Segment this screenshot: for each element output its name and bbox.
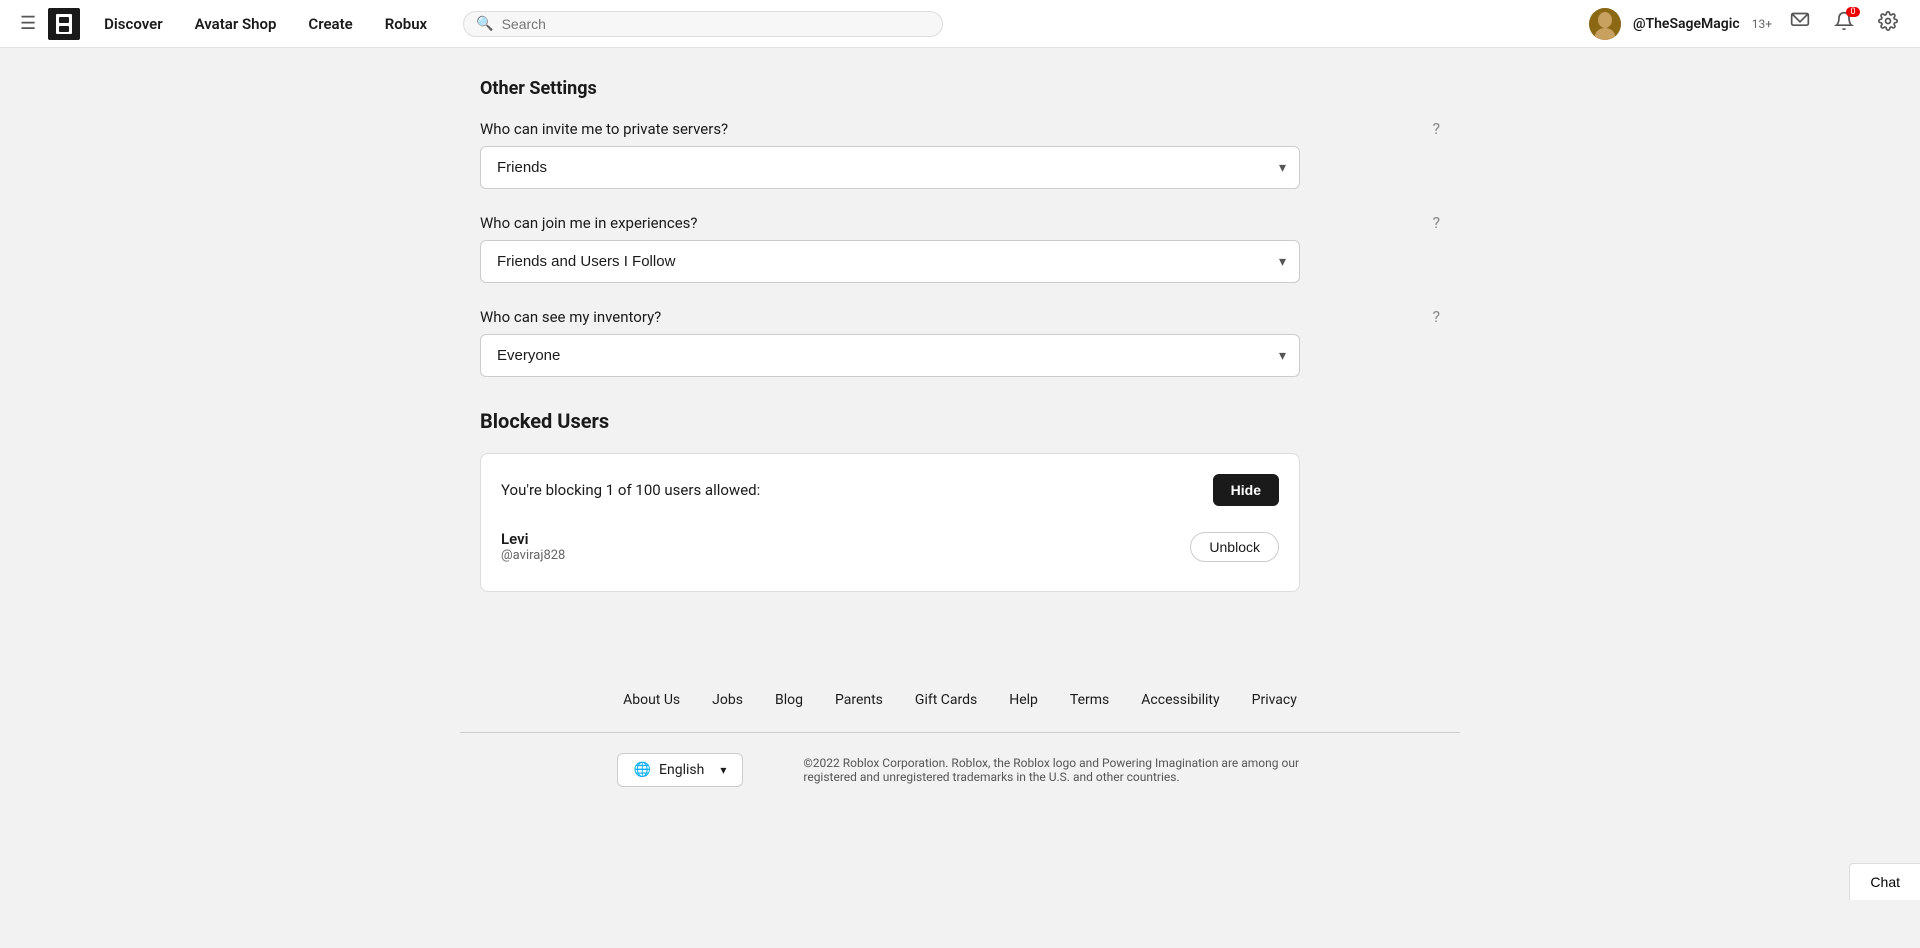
language-selector[interactable]: 🌐 English ▾ [617, 753, 744, 787]
hamburger-menu-icon[interactable]: ☰ [16, 9, 40, 38]
private-servers-label-row: Who can invite me to private servers? ? [480, 119, 1440, 138]
roblox-logo-svg [48, 8, 80, 40]
footer-parents-link[interactable]: Parents [835, 692, 883, 708]
private-servers-label: Who can invite me to private servers? [480, 120, 728, 138]
blocked-count-text: You're blocking 1 of 100 users allowed: [501, 481, 760, 499]
footer-bottom: 🌐 English ▾ ©2022 Roblox Corporation. Ro… [20, 753, 1900, 787]
inventory-setting: Who can see my inventory? ? Everyone Fri… [480, 307, 1440, 377]
discover-nav-link[interactable]: Discover [92, 15, 174, 33]
footer-help-link[interactable]: Help [1009, 692, 1038, 708]
inventory-label: Who can see my inventory? [480, 308, 661, 326]
blocked-users-card: You're blocking 1 of 100 users allowed: … [480, 453, 1300, 592]
hide-blocked-users-button[interactable]: Hide [1213, 474, 1279, 506]
join-experiences-label-row: Who can join me in experiences? ? [480, 213, 1440, 232]
footer-privacy-link[interactable]: Privacy [1252, 692, 1297, 708]
username-label[interactable]: @TheSageMagic [1633, 16, 1740, 32]
footer-links: About Us Jobs Blog Parents Gift Cards He… [20, 692, 1900, 708]
blocked-users-section: Blocked Users You're blocking 1 of 100 u… [480, 409, 1440, 592]
nav-right-section: @TheSageMagic 13+ 0 [1589, 7, 1904, 40]
blocked-user-info: Levi @aviraj828 [501, 530, 1174, 563]
footer-copyright: ©2022 Roblox Corporation. Roblox, the Ro… [803, 756, 1303, 784]
messages-icon [1790, 11, 1810, 31]
unblock-button[interactable]: Unblock [1190, 532, 1279, 562]
chat-button[interactable]: Chat [1849, 863, 1920, 900]
other-settings-title: Other Settings [480, 78, 1440, 99]
private-servers-help-icon[interactable]: ? [1432, 119, 1440, 138]
join-experiences-select-wrapper: Friends and Users I Follow Everyone Frie… [480, 240, 1300, 283]
language-chevron-icon: ▾ [720, 763, 726, 777]
messages-icon-btn[interactable] [1784, 7, 1816, 40]
roblox-logo[interactable] [48, 8, 80, 40]
join-experiences-setting: Who can join me in experiences? ? Friend… [480, 213, 1440, 283]
footer-jobs-link[interactable]: Jobs [712, 692, 743, 708]
footer-accessibility-link[interactable]: Accessibility [1141, 692, 1219, 708]
settings-icon-btn[interactable] [1872, 7, 1904, 40]
blocked-user-row: Levi @aviraj828 Unblock [501, 522, 1279, 571]
search-input[interactable] [502, 16, 931, 32]
inventory-help-icon[interactable]: ? [1432, 307, 1440, 326]
user-avatar[interactable] [1589, 8, 1621, 40]
robux-nav-link[interactable]: Robux [373, 15, 439, 33]
footer-about-us-link[interactable]: About Us [623, 692, 680, 708]
inventory-select-wrapper: Everyone Friends No one ▾ [480, 334, 1300, 377]
globe-icon: 🌐 [634, 762, 651, 778]
footer-gift-cards-link[interactable]: Gift Cards [915, 692, 977, 708]
create-nav-link[interactable]: Create [296, 15, 364, 33]
age-badge: 13+ [1752, 17, 1772, 31]
notifications-icon-btn[interactable]: 0 [1828, 7, 1860, 40]
avatar-image [1589, 8, 1621, 40]
private-servers-setting: Who can invite me to private servers? ? … [480, 119, 1440, 189]
search-icon: 🔍 [476, 16, 493, 32]
search-bar: 🔍 [463, 11, 943, 37]
blocked-user-name: Levi [501, 530, 1174, 548]
join-experiences-label: Who can join me in experiences? [480, 214, 698, 232]
language-label: English [659, 762, 704, 778]
join-experiences-help-icon[interactable]: ? [1432, 213, 1440, 232]
blocked-user-handle: @aviraj828 [501, 548, 1174, 563]
notification-badge: 0 [1846, 7, 1860, 17]
inventory-select[interactable]: Everyone Friends No one [480, 334, 1300, 377]
blocked-users-header: You're blocking 1 of 100 users allowed: … [501, 474, 1279, 506]
blocked-users-title: Blocked Users [480, 409, 1440, 433]
footer-divider [460, 732, 1460, 733]
join-experiences-select[interactable]: Friends and Users I Follow Everyone Frie… [480, 240, 1300, 283]
footer-terms-link[interactable]: Terms [1070, 692, 1109, 708]
top-navigation: ☰ Discover Avatar Shop Create Robux 🔍 @T… [0, 0, 1920, 48]
private-servers-select-wrapper: Friends Everyone No one ▾ [480, 146, 1300, 189]
main-content: Other Settings Who can invite me to priv… [460, 48, 1460, 652]
avatar-shop-nav-link[interactable]: Avatar Shop [183, 15, 289, 33]
footer-blog-link[interactable]: Blog [775, 692, 803, 708]
settings-gear-icon [1878, 11, 1898, 31]
private-servers-select[interactable]: Friends Everyone No one [480, 146, 1300, 189]
inventory-label-row: Who can see my inventory? ? [480, 307, 1440, 326]
footer: About Us Jobs Blog Parents Gift Cards He… [0, 652, 1920, 807]
